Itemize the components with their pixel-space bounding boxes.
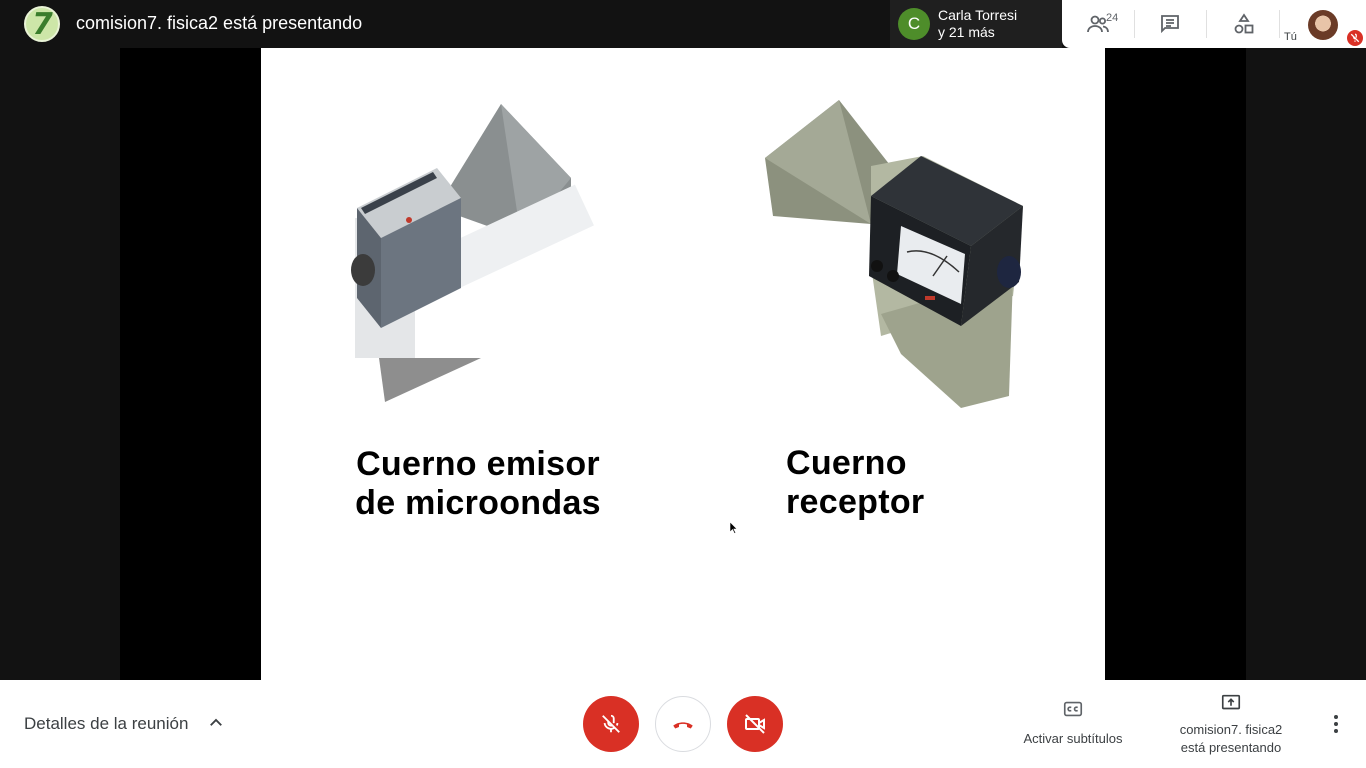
camera-off-icon (745, 714, 765, 734)
divider (1279, 10, 1280, 38)
meeting-details-button[interactable]: Detalles de la reunión (24, 714, 188, 734)
mic-off-icon (1350, 33, 1360, 43)
more-vert-icon (1334, 715, 1338, 733)
activities-icon (1234, 13, 1254, 34)
presentation-status-line2: está presentando (1180, 740, 1282, 755)
mic-off-icon (602, 714, 620, 733)
camera-toggle-button[interactable] (727, 696, 783, 752)
participant-name-line1: Carla Torresi (938, 7, 1018, 23)
presentation-status-button[interactable]: comision7. fisica2 está presentando (1166, 692, 1296, 756)
presentation-status-line1: comision7. fisica2 (1179, 722, 1283, 737)
chevron-up-icon[interactable] (207, 714, 225, 732)
self-muted-badge (1347, 30, 1363, 46)
emitter-caption-line2: de microondas (355, 484, 601, 522)
self-avatar[interactable] (1308, 10, 1338, 40)
presentation-slide: Cuerno emisor de microondas Cuerno recep… (261, 48, 1105, 680)
present-screen-icon (1221, 694, 1241, 710)
hang-up-icon (673, 722, 693, 729)
people-count-badge: 24 (1106, 12, 1119, 24)
receiver-caption: Cuerno receptor (786, 444, 986, 522)
microwave-emitter-illustration (351, 104, 594, 402)
closed-captions-icon (1063, 701, 1083, 717)
presenter-avatar-char: 7 (28, 6, 56, 42)
participant-avatar: C (898, 8, 930, 40)
participant-name: Carla Torresi y 21 más (938, 7, 1017, 41)
captions-label: Activar subtítulos (1023, 731, 1123, 746)
chat-icon (1161, 15, 1179, 34)
people-button[interactable] (1062, 0, 1134, 48)
divider (1206, 10, 1207, 38)
more-options-button[interactable] (1324, 710, 1348, 738)
emitter-caption-line1: Cuerno emisor (356, 445, 600, 483)
bottom-bar: Detalles de la reunión Activar subtítulo… (0, 680, 1366, 768)
microphone-toggle-button[interactable] (583, 696, 639, 752)
mouse-cursor-icon (730, 522, 738, 534)
receiver-caption-line2: receptor (786, 483, 925, 521)
emitter-caption: Cuerno emisor de microondas (343, 445, 613, 523)
receiver-caption-line1: Cuerno (786, 444, 907, 482)
participant-chip[interactable]: C Carla Torresi y 21 más (890, 0, 1062, 48)
presentation-status-label: comision7. fisica2 está presentando (1166, 721, 1296, 757)
top-bar: 7 comision7. fisica2 está presentando C … (0, 0, 1366, 48)
leave-call-button[interactable] (655, 696, 711, 752)
presenting-title: comision7. fisica2 está presentando (76, 13, 363, 33)
captions-button[interactable]: Activar subtítulos (1010, 698, 1136, 754)
microwave-receiver-illustration (765, 100, 1023, 408)
participant-name-line2: y 21 más (938, 24, 995, 40)
chat-button[interactable] (1134, 0, 1206, 48)
activities-button[interactable] (1208, 0, 1280, 48)
self-label: Tú (1284, 31, 1297, 43)
presenter-avatar: 7 (24, 6, 60, 42)
